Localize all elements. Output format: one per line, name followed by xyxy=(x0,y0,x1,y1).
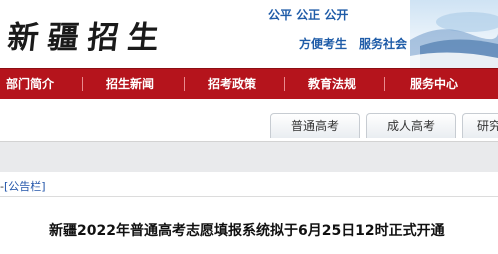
nav-item-exam-policy[interactable]: 招考政策 xyxy=(208,69,256,99)
main-nav: 部门简介 招生新闻 招考政策 教育法规 服务中心 xyxy=(0,68,498,99)
nav-item-service-center[interactable]: 服务中心 xyxy=(410,69,458,99)
header-decoration-image xyxy=(410,0,498,68)
article-title: 新疆2022年普通高考志愿填报系统拟于6月25日12时正式开通 xyxy=(49,223,445,239)
nav-item-admission-news[interactable]: 招生新闻 xyxy=(106,69,154,99)
gray-band xyxy=(0,142,498,172)
nav-item-education-law[interactable]: 教育法规 xyxy=(308,69,356,99)
nav-item-department-intro[interactable]: 部门简介 xyxy=(6,69,54,99)
nav-separator xyxy=(82,77,83,91)
category-tab-bar: 普通高考 成人高考 研究 xyxy=(0,99,498,142)
nav-separator xyxy=(384,77,385,91)
tab-general-exam[interactable]: 普通高考 xyxy=(270,113,360,138)
site-logo[interactable]: 新疆招生 xyxy=(6,12,171,57)
site-header: 新疆招生 公平 公正 公开 方便考生 服务社会 xyxy=(0,0,498,68)
content-divider xyxy=(0,196,498,197)
breadcrumb-link-bulletin[interactable]: [公告栏] xyxy=(4,180,46,193)
tab-adult-exam[interactable]: 成人高考 xyxy=(366,113,456,138)
nav-separator xyxy=(284,77,285,91)
breadcrumb: -[公告栏] xyxy=(0,178,46,194)
tab-graduate-exam[interactable]: 研究 xyxy=(462,113,498,138)
nav-separator xyxy=(184,77,185,91)
slogan-line-2: 方便考生 服务社会 xyxy=(299,37,408,51)
slogan-line-1: 公平 公正 公开 xyxy=(268,8,349,22)
